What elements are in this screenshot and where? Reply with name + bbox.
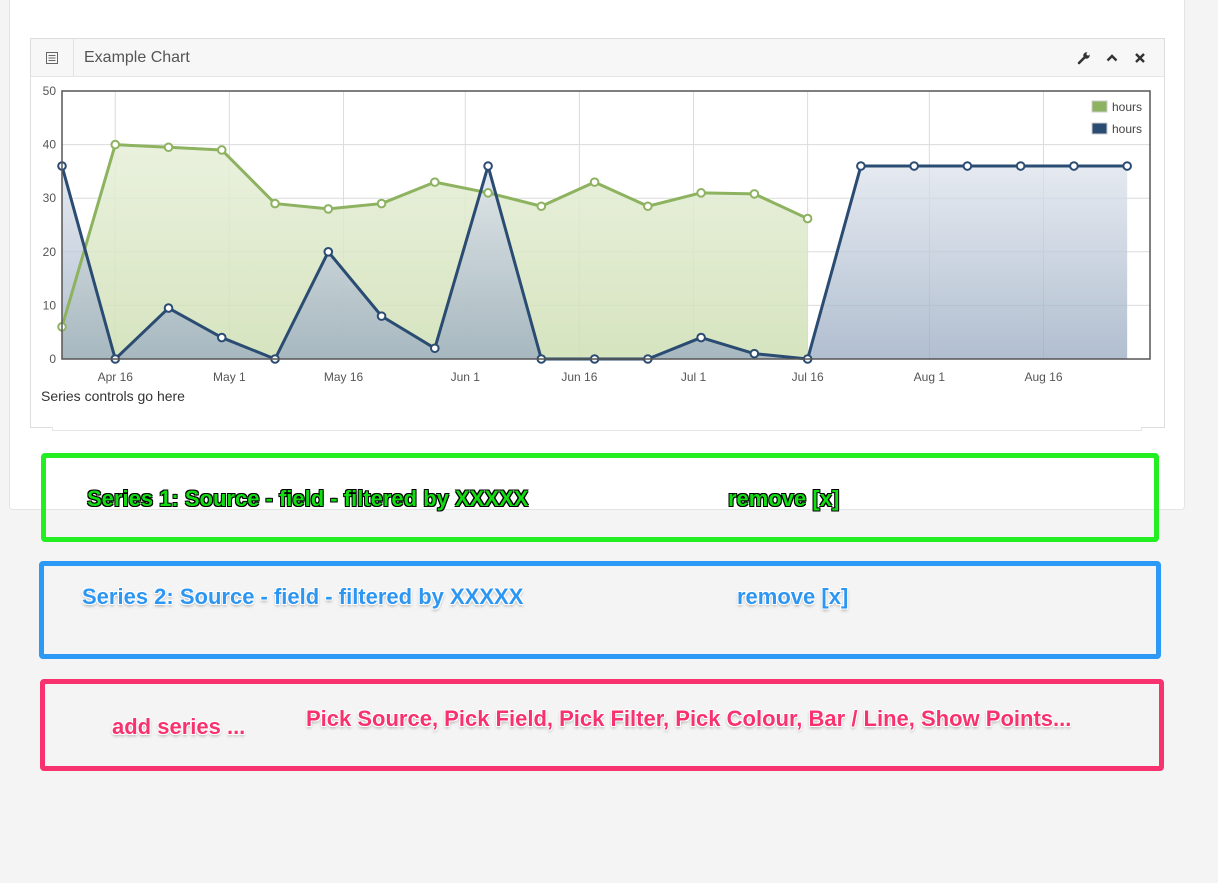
legend-swatch — [1091, 122, 1108, 135]
data-point — [856, 161, 866, 171]
widget-header: Example Chart — [31, 39, 1164, 77]
widget-footer-edge — [52, 427, 1142, 431]
data-point — [696, 188, 706, 198]
data-point — [1122, 161, 1132, 171]
x-tick-label: May 1 — [213, 370, 246, 384]
data-point — [589, 177, 600, 187]
list-icon[interactable] — [31, 39, 74, 76]
data-point — [110, 139, 121, 150]
chevron-up-icon[interactable] — [1104, 50, 1120, 66]
x-tick-label: Jul 1 — [681, 370, 707, 384]
data-point — [216, 145, 227, 155]
data-point — [749, 348, 760, 359]
data-point — [643, 201, 653, 212]
y-tick-label: 10 — [43, 298, 57, 312]
data-point — [163, 303, 174, 313]
data-point — [216, 332, 227, 343]
data-point — [163, 142, 174, 153]
legend-swatch — [1091, 100, 1108, 113]
x-tick-label: Jun 1 — [451, 370, 481, 384]
data-point — [323, 247, 334, 257]
x-tick-label: Aug 16 — [1024, 370, 1062, 384]
data-point — [376, 311, 387, 321]
series-1-remove-button[interactable]: remove [x] — [728, 486, 839, 512]
x-tick-label: Aug 1 — [914, 370, 946, 384]
data-point — [270, 198, 280, 209]
chart-widget: Example Chart 0 10 20 30 40 50 Apr 16 May 1 May … — [30, 38, 1165, 428]
data-point — [430, 177, 440, 187]
data-point — [909, 161, 919, 171]
x-tick-label: May 16 — [324, 370, 364, 384]
series-2-box — [39, 561, 1161, 659]
y-tick-label: 40 — [43, 138, 57, 152]
data-point — [749, 189, 760, 199]
data-point — [323, 204, 334, 214]
widget-title: Example Chart — [84, 49, 190, 66]
data-point — [376, 198, 387, 209]
data-point — [1015, 161, 1026, 171]
x-tick-label: Apr 16 — [98, 370, 134, 384]
data-point — [483, 188, 493, 198]
area-chart: 0 10 20 30 40 50 Apr 16 May 1 May 16 Jun 1 Jun 16 J… — [43, 84, 1151, 384]
series-2-remove-button[interactable]: remove [x] — [737, 584, 848, 610]
x-tick-label: Jul 16 — [792, 370, 824, 384]
add-series-button[interactable]: add series ... — [112, 714, 245, 740]
data-point — [483, 161, 493, 171]
legend-label: hours — [1112, 100, 1142, 114]
data-point — [802, 213, 813, 224]
data-point — [1069, 161, 1079, 171]
y-tick-label: 0 — [49, 352, 56, 366]
y-tick-label: 50 — [43, 84, 57, 98]
series-2-label: Series 2: Source - field - filtered by X… — [82, 584, 524, 609]
data-point — [536, 201, 547, 212]
series-1-label: Series 1: Source - field - filtered by X… — [87, 486, 529, 511]
add-series-options: Pick Source, Pick Field, Pick Filter, Pi… — [306, 706, 1072, 731]
close-icon[interactable] — [1132, 50, 1148, 66]
legend-label: hours — [1112, 122, 1142, 136]
x-tick-label: Jun 16 — [561, 370, 597, 384]
data-point — [696, 332, 706, 343]
data-point — [962, 161, 973, 171]
y-tick-label: 30 — [43, 191, 57, 205]
series-controls-placeholder: Series controls go here — [41, 388, 185, 404]
y-tick-label: 20 — [43, 245, 57, 259]
wrench-icon[interactable] — [1076, 50, 1092, 66]
data-point — [430, 343, 440, 354]
